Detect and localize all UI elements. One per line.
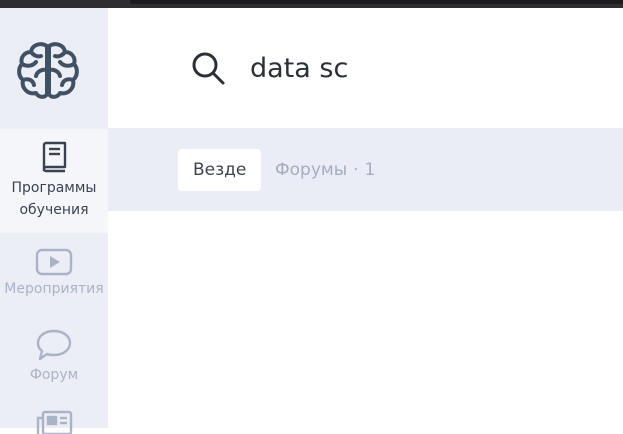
sidebar-item-events[interactable]: Мероприятия bbox=[0, 248, 108, 300]
separator-dot: · bbox=[353, 160, 359, 180]
sidebar-item-label: Программы обучения bbox=[11, 180, 97, 218]
browser-tab-strip bbox=[130, 0, 623, 4]
sidebar-item-label: Мероприятия bbox=[4, 281, 104, 297]
sidebar-item-programs[interactable]: Программы обучения bbox=[0, 129, 108, 233]
search-icon[interactable] bbox=[190, 50, 226, 86]
search-input[interactable] bbox=[250, 48, 610, 88]
play-icon bbox=[35, 248, 73, 276]
sidebar: Программы обучения Мероприятия Форум bbox=[0, 8, 108, 434]
tab-everywhere[interactable]: Везде bbox=[178, 149, 262, 191]
newspaper-icon bbox=[36, 410, 73, 434]
speech-bubble-icon bbox=[36, 329, 72, 361]
tab-forums-label: Форумы bbox=[275, 160, 348, 180]
sidebar-item-news[interactable] bbox=[0, 410, 108, 434]
brain-icon[interactable] bbox=[16, 40, 80, 100]
book-icon bbox=[42, 141, 67, 173]
tab-forums[interactable]: Форумы · 1 bbox=[275, 149, 375, 191]
tab-forums-count: 1 bbox=[364, 160, 376, 180]
sidebar-item-forum[interactable]: Форум bbox=[0, 328, 108, 386]
search-filter-bar: Везде Форумы · 1 bbox=[108, 128, 623, 211]
sidebar-item-label: Форум bbox=[29, 367, 79, 383]
browser-top-edge bbox=[0, 0, 623, 8]
